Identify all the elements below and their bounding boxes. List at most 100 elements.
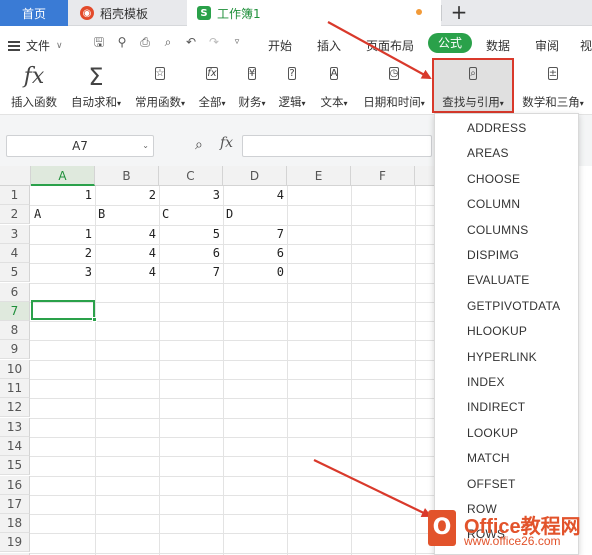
redo-icon[interactable]: ↷ <box>207 35 221 49</box>
row-header[interactable]: 8 <box>0 321 30 341</box>
menu-page-layout[interactable]: 页面布局 <box>366 37 414 54</box>
format-painter-icon[interactable]: ⚲ <box>115 35 129 49</box>
menu-formula[interactable]: 公式 <box>428 33 472 53</box>
common-functions-button[interactable]: ☆ 常用函数▾ <box>130 62 190 114</box>
customize-dropdown-icon[interactable]: ▿ <box>230 35 244 49</box>
lookup-reference-label: 查找与引用▾ <box>442 95 504 109</box>
row-header[interactable]: 11 <box>0 379 30 398</box>
dropdown-item[interactable]: HLOOKUP <box>467 324 527 338</box>
dropdown-item[interactable]: INDIRECT <box>467 400 525 414</box>
date-time-button[interactable]: ◷ 日期和时间▾ <box>358 62 430 114</box>
row-header[interactable]: 9 <box>0 340 30 360</box>
dropdown-item[interactable]: DISPIMG <box>467 248 519 262</box>
column-header-d[interactable]: D <box>223 166 287 186</box>
dropdown-item[interactable]: COLUMN <box>467 197 520 211</box>
row-header[interactable]: 10 <box>0 359 30 379</box>
file-menu[interactable]: 文件 ∨ <box>8 37 63 54</box>
cell[interactable]: 4 <box>223 186 287 205</box>
dropdown-item[interactable]: MATCH <box>467 451 510 465</box>
row-header[interactable]: 3 <box>0 224 30 244</box>
row-header[interactable]: 1 <box>0 186 30 205</box>
print-preview-icon[interactable]: ⌕ <box>161 35 175 49</box>
row-header[interactable]: 15 <box>0 456 30 476</box>
row-header[interactable]: 7 <box>0 301 30 321</box>
cell[interactable]: 1 <box>31 225 95 244</box>
row-gridline <box>30 379 434 380</box>
row-header[interactable]: 16 <box>0 475 30 495</box>
dropdown-item[interactable]: HYPERLINK <box>467 350 537 364</box>
cell[interactable]: 2 <box>95 186 159 205</box>
new-tab-button[interactable]: + <box>448 1 470 25</box>
selected-cell-a7[interactable] <box>31 300 95 320</box>
dropdown-item[interactable]: GETPIVOTDATA <box>467 299 560 313</box>
cell[interactable]: 7 <box>223 225 287 244</box>
dropdown-item[interactable]: COLUMNS <box>467 223 528 237</box>
column-header-f[interactable]: F <box>351 166 415 186</box>
cell[interactable]: D <box>223 205 287 224</box>
lookup-reference-button[interactable]: ⌕ 查找与引用▾ <box>433 62 513 114</box>
row-header[interactable]: 19 <box>0 533 30 553</box>
row-header[interactable]: 17 <box>0 494 30 514</box>
cell[interactable]: C <box>159 205 223 224</box>
dropdown-item[interactable]: INDEX <box>467 375 505 389</box>
row-header[interactable]: 12 <box>0 398 30 418</box>
cell[interactable]: 6 <box>223 244 287 263</box>
column-header-a[interactable]: A <box>31 166 95 186</box>
dropdown-item[interactable]: ADDRESS <box>467 121 526 135</box>
text-functions-button[interactable]: A 文本▾ <box>314 62 354 114</box>
row-header[interactable]: 4 <box>0 243 30 263</box>
cell[interactable]: A <box>31 205 95 224</box>
autosum-button[interactable]: Σ 自动求和▾ <box>66 62 126 114</box>
tab-home[interactable]: 首页 <box>0 0 68 26</box>
column-header-c[interactable]: C <box>159 166 223 186</box>
cell[interactable]: 0 <box>223 263 287 282</box>
cell[interactable]: 3 <box>159 186 223 205</box>
cell[interactable]: 7 <box>159 263 223 282</box>
cell[interactable]: 5 <box>159 225 223 244</box>
fill-handle[interactable] <box>92 317 97 322</box>
menu-review[interactable]: 审阅 <box>535 37 559 54</box>
row-header[interactable]: 6 <box>0 282 30 302</box>
fx-label[interactable]: fx <box>220 135 233 151</box>
row-header[interactable]: 5 <box>0 263 30 283</box>
cell[interactable]: 4 <box>95 263 159 282</box>
tab-template[interactable]: ◉ 稻壳模板 <box>70 0 185 26</box>
column-header-e[interactable]: E <box>287 166 351 186</box>
save-icon[interactable]: 🖫 <box>92 35 106 49</box>
cell[interactable]: 4 <box>95 225 159 244</box>
row-header[interactable]: 14 <box>0 436 30 456</box>
dropdown-item[interactable]: LOOKUP <box>467 426 518 440</box>
dropdown-item[interactable]: EVALUATE <box>467 273 530 287</box>
menu-data[interactable]: 数据 <box>486 37 510 54</box>
cell[interactable]: 4 <box>95 244 159 263</box>
row-header[interactable]: 18 <box>0 514 30 534</box>
dropdown-item[interactable]: OFFSET <box>467 477 516 491</box>
cell[interactable]: B <box>95 205 159 224</box>
select-all-corner[interactable] <box>0 166 31 186</box>
menu-view[interactable]: 视 <box>580 37 592 54</box>
column-header-b[interactable]: B <box>95 166 159 186</box>
dropdown-item[interactable]: CHOOSE <box>467 172 520 186</box>
menu-home[interactable]: 开始 <box>268 37 292 54</box>
formula-input[interactable] <box>242 135 432 157</box>
math-trig-button[interactable]: ± 数学和三角▾ <box>514 62 592 114</box>
cell[interactable]: 3 <box>31 263 95 282</box>
zoom-magnifier-icon[interactable]: ⌕ <box>195 137 203 153</box>
dropdown-item[interactable]: AREAS <box>467 146 509 160</box>
cell[interactable]: 2 <box>31 244 95 263</box>
cell[interactable]: 1 <box>31 186 95 205</box>
insert-function-button[interactable]: fx 插入函数 <box>6 62 62 114</box>
row-header[interactable]: 13 <box>0 417 30 437</box>
tab-workbook[interactable]: S 工作簿1 <box>187 0 441 26</box>
menu-insert[interactable]: 插入 <box>317 37 341 54</box>
name-box-dropdown-icon[interactable]: ⌄ <box>142 136 149 156</box>
logical-button[interactable]: ? 逻辑▾ <box>274 62 310 114</box>
column-header-g[interactable] <box>415 166 435 186</box>
financial-button[interactable]: ¥ 财务▾ <box>234 62 270 114</box>
row-header[interactable]: 2 <box>0 205 30 225</box>
undo-icon[interactable]: ↶ <box>184 35 198 49</box>
name-box[interactable]: A7 ⌄ <box>6 135 154 157</box>
cell[interactable]: 6 <box>159 244 223 263</box>
print-icon[interactable]: ⎙ <box>138 35 152 49</box>
all-functions-button[interactable]: fx 全部▾ <box>194 62 230 114</box>
